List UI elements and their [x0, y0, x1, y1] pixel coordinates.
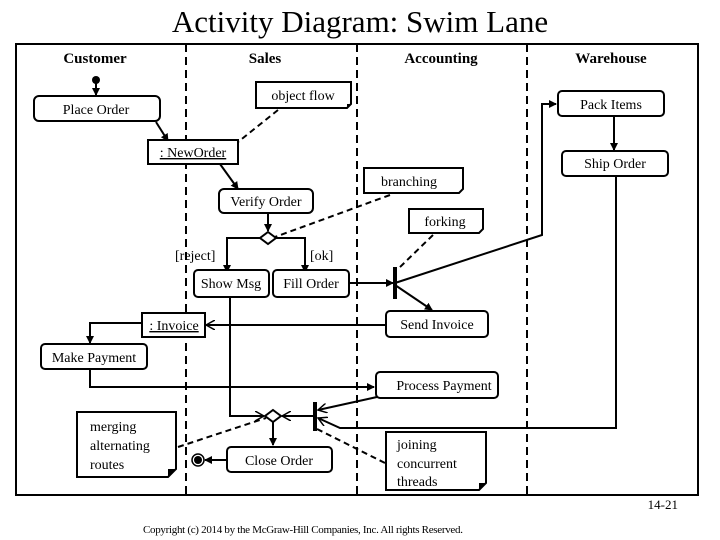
flow-edge: [219, 163, 239, 190]
activity-label: Close Order: [245, 454, 313, 469]
activity-show-msg[interactable]: Show Msg: [193, 269, 270, 298]
note-merging: merging alternating routes: [76, 411, 177, 478]
note-connector: [398, 234, 434, 269]
note-line: routes: [90, 458, 124, 473]
activity-label: Place Order: [63, 103, 130, 118]
object-label: : NewOrder: [160, 146, 227, 161]
activity-process-payment[interactable]: Process Payment: [375, 371, 499, 399]
initial-node: [92, 76, 100, 96]
activity-label: Pack Items: [580, 98, 642, 113]
note-label: branching: [381, 175, 437, 190]
activity-make-payment[interactable]: Make Payment: [40, 343, 148, 370]
object-new-order[interactable]: : NewOrder: [147, 139, 239, 165]
activity-label: Make Payment: [52, 351, 136, 366]
activity-label: Verify Order: [230, 195, 301, 210]
object-invoice[interactable]: : Invoice: [141, 312, 206, 338]
note-branching: branching: [363, 167, 464, 194]
note-line: threads: [397, 475, 437, 490]
activity-verify-order[interactable]: Verify Order: [218, 188, 314, 214]
note-forking: forking: [408, 208, 484, 234]
note-connector: [237, 109, 279, 143]
final-node: [191, 453, 205, 467]
note-line: alternating: [90, 439, 150, 454]
lane-label-sales: Sales: [249, 51, 282, 67]
lane-label-warehouse: Warehouse: [575, 51, 647, 67]
activity-send-invoice[interactable]: Send Invoice: [385, 310, 489, 338]
flow-edge: [155, 121, 169, 142]
activity-label: Send Invoice: [400, 318, 473, 333]
swimlane-diagram: Customer Sales Accounting Warehouse Plac…: [15, 43, 699, 496]
note-joining: joining concurrent threads: [385, 431, 487, 491]
lane-label-customer: Customer: [63, 51, 127, 67]
guard-ok: [ok]: [310, 249, 333, 264]
copyright-notice: Copyright (c) 2014 by the McGraw-Hill Co…: [143, 524, 463, 536]
activity-close-order[interactable]: Close Order: [226, 446, 333, 473]
activity-label: Process Payment: [396, 379, 491, 394]
note-connector: [177, 417, 267, 448]
flow-edge: [394, 284, 433, 311]
object-label: : Invoice: [149, 319, 198, 334]
note-object-flow: object flow: [255, 81, 352, 109]
flow-edge: [318, 396, 378, 410]
flow-edge: [89, 369, 375, 391]
page-number: 14-21: [647, 497, 678, 512]
note-label: object flow: [271, 89, 335, 104]
flow-edge: [229, 297, 264, 416]
note-label: forking: [424, 215, 465, 230]
activity-fill-order[interactable]: Fill Order: [272, 269, 350, 298]
decision-node: [258, 230, 278, 246]
note-line: joining: [396, 438, 437, 453]
activity-label: Show Msg: [201, 277, 261, 292]
activity-place-order[interactable]: Place Order: [33, 95, 161, 122]
merge-node: [263, 408, 283, 424]
note-line: concurrent: [397, 457, 457, 472]
activity-ship-order[interactable]: Ship Order: [561, 150, 669, 177]
note-line: merging: [90, 420, 136, 435]
flow-edge: [86, 322, 142, 344]
activity-label: Fill Order: [283, 277, 339, 292]
activity-pack-items[interactable]: Pack Items: [557, 90, 665, 117]
guard-reject: [reject]: [175, 249, 215, 264]
flow-edge-ok: [276, 237, 309, 273]
lane-label-accounting: Accounting: [404, 51, 478, 67]
activity-label: Ship Order: [584, 157, 646, 172]
flow-edge-reject: [223, 237, 260, 273]
